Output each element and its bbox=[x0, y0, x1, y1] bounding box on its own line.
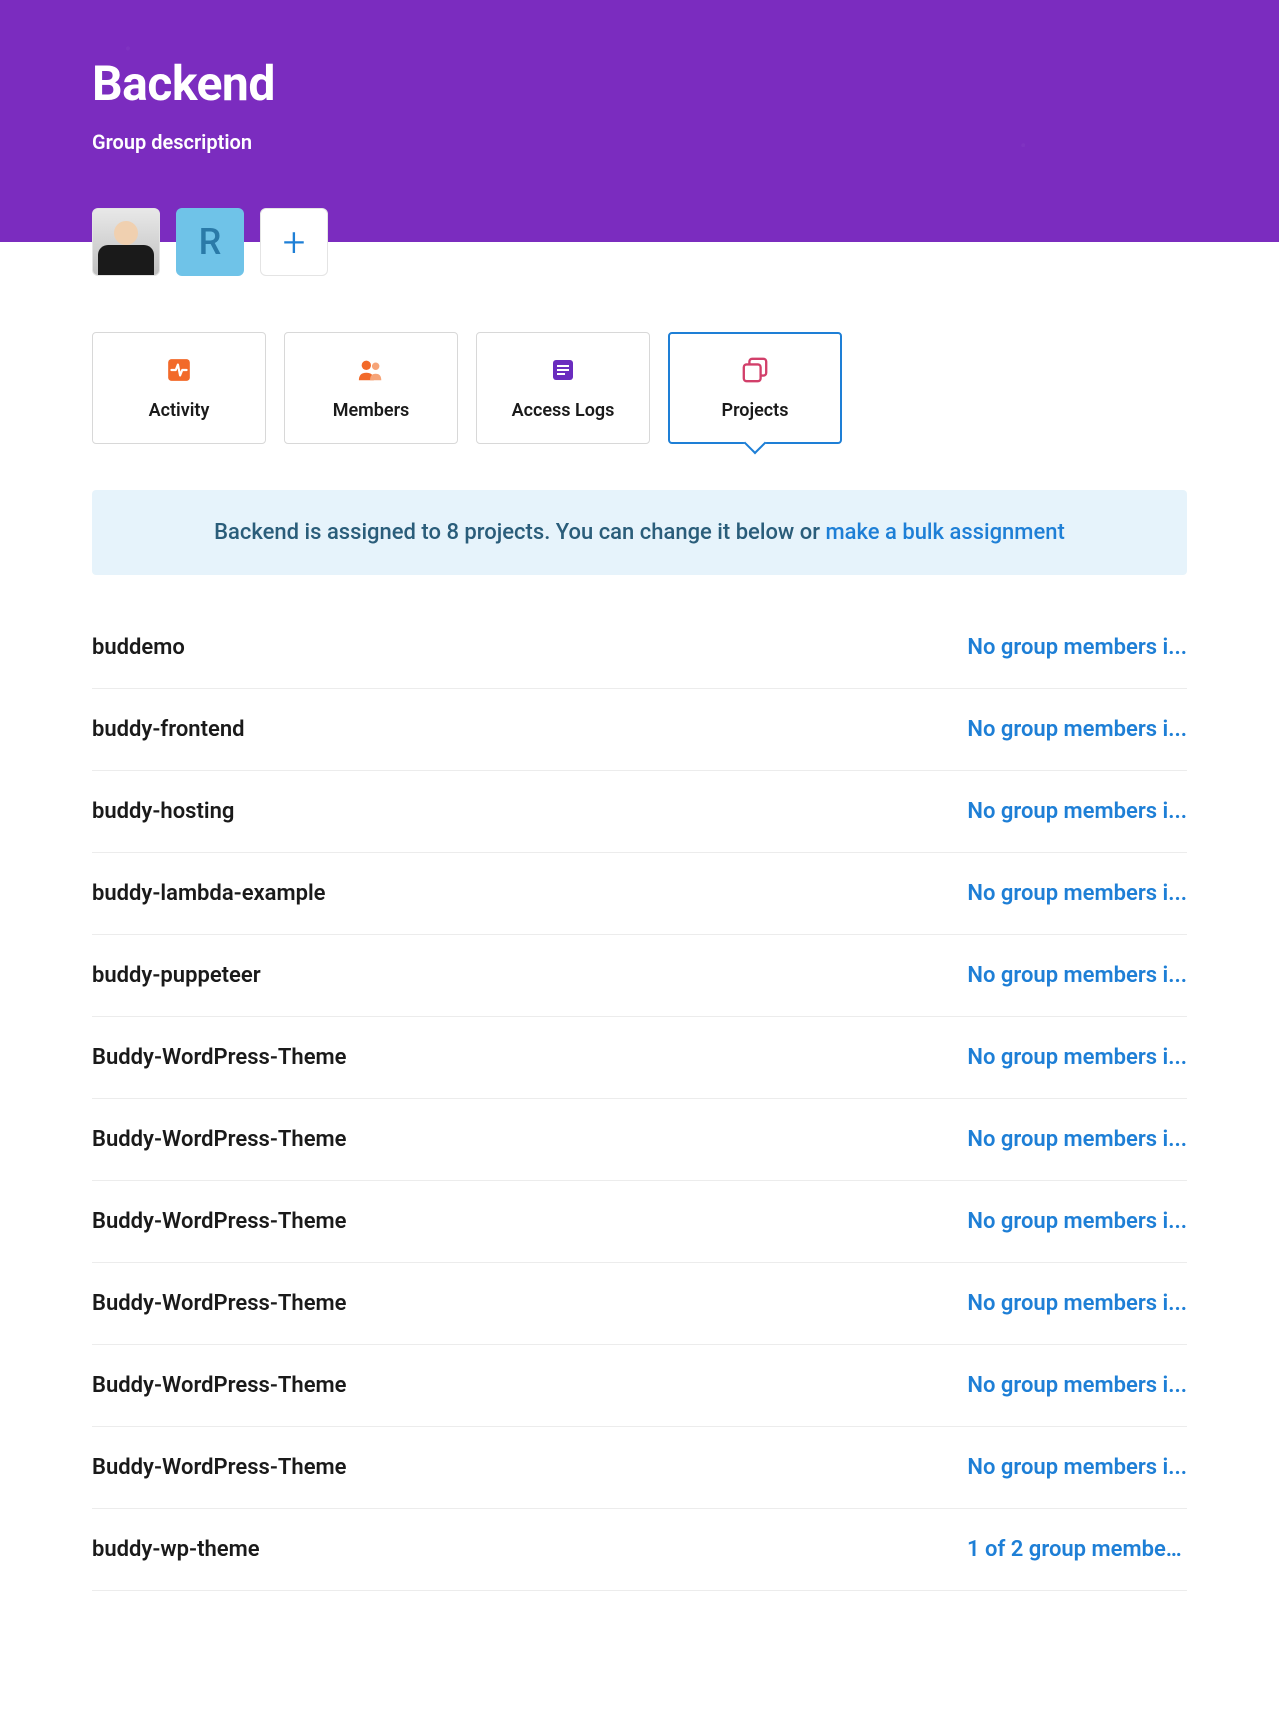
project-row[interactable]: buddy-puppeteer No group members i... bbox=[92, 935, 1187, 1017]
project-status-link[interactable]: No group members i... bbox=[967, 1373, 1187, 1398]
project-name: Buddy-WordPress-Theme bbox=[92, 1209, 346, 1234]
project-name: buddy-puppeteer bbox=[92, 963, 261, 988]
project-status-link[interactable]: No group members i... bbox=[967, 1209, 1187, 1234]
project-status-link[interactable]: No group members i... bbox=[967, 963, 1187, 988]
tab-label: Members bbox=[333, 400, 410, 421]
hero-banner: Backend Group description R + bbox=[0, 0, 1279, 242]
project-row[interactable]: buddy-hosting No group members i... bbox=[92, 771, 1187, 853]
project-row[interactable]: Buddy-WordPress-Theme No group members i.… bbox=[92, 1427, 1187, 1509]
project-name: Buddy-WordPress-Theme bbox=[92, 1455, 346, 1480]
project-name: buddy-lambda-example bbox=[92, 881, 326, 906]
project-list: buddemoNo group members i...buddy-fronte… bbox=[92, 635, 1187, 1591]
member-avatar-photo[interactable] bbox=[92, 208, 160, 276]
project-row[interactable]: Buddy-WordPress-Theme No group members i.… bbox=[92, 1263, 1187, 1345]
project-name: Buddy-WordPress-Theme bbox=[92, 1291, 346, 1316]
banner-text: Backend is assigned to 8 projects. You c… bbox=[214, 520, 825, 545]
activity-icon bbox=[165, 356, 193, 384]
project-status-link[interactable]: No group members i... bbox=[967, 717, 1187, 742]
main-content: Activity Members Access Logs Projects Backe… bbox=[0, 242, 1279, 1591]
add-member-button[interactable]: + bbox=[260, 208, 328, 276]
page-title: Backend bbox=[92, 55, 1187, 112]
avatar-row: R + bbox=[92, 208, 328, 276]
project-status-link[interactable]: No group members i... bbox=[967, 1455, 1187, 1480]
tab-strip: Activity Members Access Logs Projects bbox=[92, 332, 1187, 444]
project-row[interactable]: Buddy-WordPress-Theme No group members i.… bbox=[92, 1345, 1187, 1427]
tab-members[interactable]: Members bbox=[284, 332, 458, 444]
project-name: buddy-frontend bbox=[92, 717, 245, 742]
project-row[interactable]: buddy-lambda-example No group members i..… bbox=[92, 853, 1187, 935]
project-status-link[interactable]: No group members i... bbox=[967, 635, 1187, 660]
assignment-banner: Backend is assigned to 8 projects. You c… bbox=[92, 490, 1187, 575]
project-status-link[interactable]: No group members i... bbox=[967, 1045, 1187, 1070]
project-name: buddy-hosting bbox=[92, 799, 234, 824]
project-row[interactable]: Buddy-WordPress-Theme No group members i.… bbox=[92, 1181, 1187, 1263]
project-status-link[interactable]: No group members i... bbox=[967, 799, 1187, 824]
project-row[interactable]: Buddy-WordPress-Theme No group members i.… bbox=[92, 1099, 1187, 1181]
project-name: Buddy-WordPress-Theme bbox=[92, 1127, 346, 1152]
project-row[interactable]: Buddy-WordPress-Theme No group members i.… bbox=[92, 1017, 1187, 1099]
project-row[interactable]: buddy-wp-theme 1 of 2 group member... bbox=[92, 1509, 1187, 1591]
project-row[interactable]: buddy-frontend No group members i... bbox=[92, 689, 1187, 771]
page-subtitle: Group description bbox=[92, 130, 1187, 154]
project-status-link[interactable]: No group members i... bbox=[967, 881, 1187, 906]
member-avatar-letter[interactable]: R bbox=[176, 208, 244, 276]
tab-label: Activity bbox=[149, 400, 210, 421]
project-name: Buddy-WordPress-Theme bbox=[92, 1373, 346, 1398]
project-status-link[interactable]: 1 of 2 group member... bbox=[967, 1537, 1187, 1562]
tab-label: Access Logs bbox=[512, 400, 615, 421]
project-name: buddy-wp-theme bbox=[92, 1537, 260, 1562]
tab-access-logs[interactable]: Access Logs bbox=[476, 332, 650, 444]
access-logs-icon bbox=[549, 356, 577, 384]
tab-activity[interactable]: Activity bbox=[92, 332, 266, 444]
members-icon bbox=[357, 356, 385, 384]
project-row[interactable]: buddemo No group members i... bbox=[92, 635, 1187, 689]
project-name: buddemo bbox=[92, 635, 185, 660]
project-status-link[interactable]: No group members i... bbox=[967, 1127, 1187, 1152]
tab-projects[interactable]: Projects bbox=[668, 332, 842, 444]
project-status-link[interactable]: No group members i... bbox=[967, 1291, 1187, 1316]
project-name: Buddy-WordPress-Theme bbox=[92, 1045, 346, 1070]
tab-label: Projects bbox=[722, 400, 789, 421]
bulk-assignment-link[interactable]: make a bulk assignment bbox=[825, 520, 1064, 545]
projects-icon bbox=[741, 356, 769, 384]
